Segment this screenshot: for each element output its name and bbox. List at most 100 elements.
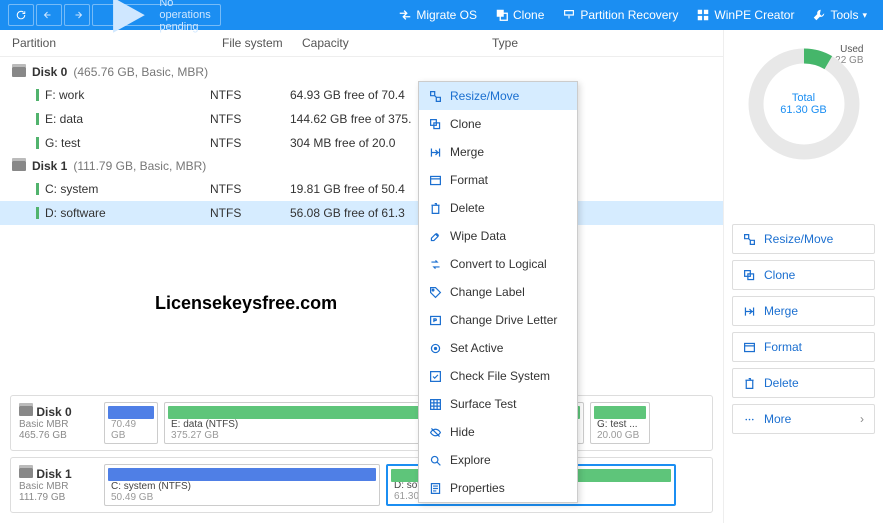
partition-recovery-button[interactable]: Partition Recovery: [554, 8, 686, 22]
side-more-button[interactable]: More›: [732, 404, 875, 434]
hide-icon: [429, 426, 442, 439]
diskmap-sub2: 111.79 GB: [19, 492, 94, 503]
side-delete-button[interactable]: Delete: [732, 368, 875, 398]
ctx-change-drive-letter[interactable]: Change Drive Letter: [419, 306, 577, 334]
tools-button[interactable]: Tools▾: [804, 8, 875, 22]
side-resize-move-button[interactable]: Resize/Move: [732, 224, 875, 254]
side-action-label: Clone: [764, 268, 795, 282]
windows-icon: [696, 8, 710, 22]
diskmap-bar: F: work (N...70.49 GBE: data (NTFS)375.2…: [104, 402, 704, 444]
disk-icon: [12, 161, 26, 171]
side-merge-button[interactable]: Merge: [732, 296, 875, 326]
resize-icon: [743, 233, 756, 246]
ctx-convert-to-logical[interactable]: Convert to Logical: [419, 250, 577, 278]
diskmap-segment[interactable]: G: test ...20.00 GB: [590, 402, 650, 444]
disk-icon: [19, 468, 33, 478]
ctx-surface-test[interactable]: Surface Test: [419, 390, 577, 418]
total-label: Total: [792, 92, 815, 104]
disk-row[interactable]: Disk 0 (465.76 GB, Basic, MBR): [0, 61, 723, 83]
format-icon: [743, 341, 756, 354]
partition-row[interactable]: D: softwareNTFS56.08 GB free of 61.3: [0, 201, 723, 225]
diskmap-sub1: Basic MBR: [19, 419, 94, 430]
ctx-resize-move[interactable]: Resize/Move: [419, 82, 577, 110]
partition-fs: NTFS: [210, 182, 290, 196]
undo-button[interactable]: [36, 4, 62, 26]
clone-icon: [429, 118, 442, 131]
ctx-clone[interactable]: Clone: [419, 110, 577, 138]
disk-name: Disk 1: [32, 159, 67, 173]
segment-fill: [108, 468, 376, 481]
partition-row[interactable]: E: dataNTFS144.62 GB free of 375.: [0, 107, 723, 131]
ctx-set-active[interactable]: Set Active: [419, 334, 577, 362]
ctx-item-label: Surface Test: [450, 397, 516, 411]
side-action-label: Merge: [764, 304, 798, 318]
more-icon: [743, 413, 756, 426]
side-action-label: More: [764, 412, 791, 426]
col-fs: File system: [222, 36, 302, 50]
diskmap-row[interactable]: Disk 0Basic MBR465.76 GB F: work (N...70.…: [10, 395, 713, 451]
ctx-explore[interactable]: Explore: [419, 446, 577, 474]
disk-icon: [19, 406, 33, 416]
col-type: Type: [492, 36, 711, 50]
ctx-hide[interactable]: Hide: [419, 418, 577, 446]
segment-fill: [594, 406, 646, 419]
partition-row[interactable]: F: workNTFS64.93 GB free of 70.4: [0, 83, 723, 107]
ctx-format[interactable]: Format: [419, 166, 577, 194]
partition-fs: NTFS: [210, 88, 290, 102]
ctx-item-label: Change Drive Letter: [450, 313, 557, 327]
side-action-label: Resize/Move: [764, 232, 833, 246]
diskmap-name: Disk 0: [36, 405, 71, 419]
refresh-button[interactable]: [8, 4, 34, 26]
segment-size: 50.49 GB: [111, 492, 373, 503]
letter-icon: [429, 314, 442, 327]
ctx-item-label: Wipe Data: [450, 229, 506, 243]
ctx-item-label: Hide: [450, 425, 475, 439]
ctx-properties[interactable]: Properties: [419, 474, 577, 502]
label-icon: [429, 286, 442, 299]
partition-color-bar: [36, 207, 39, 219]
check-icon: [429, 370, 442, 383]
merge-icon: [429, 146, 442, 159]
partition-color-bar: [36, 183, 39, 195]
top-toolbar: No operations pending Migrate OS Clone P…: [0, 0, 883, 30]
props-icon: [429, 482, 442, 495]
ctx-merge[interactable]: Merge: [419, 138, 577, 166]
partition-table-header: Partition File system Capacity Type: [0, 30, 723, 57]
segment-size: 70.49 GB: [111, 419, 151, 441]
partition-row[interactable]: C: systemNTFS19.81 GB free of 50.4Active…: [0, 177, 723, 201]
clone-icon: [495, 8, 509, 22]
segment-label: G: test ...: [597, 419, 643, 430]
winpe-creator-button[interactable]: WinPE Creator: [688, 8, 802, 22]
diskmap-segment[interactable]: C: system (NTFS)50.49 GB: [104, 464, 380, 506]
partition-color-bar: [36, 113, 39, 125]
ctx-item-label: Explore: [450, 453, 491, 467]
segment-label: C: system (NTFS): [111, 481, 373, 492]
disk-row[interactable]: Disk 1 (111.79 GB, Basic, MBR): [0, 155, 723, 177]
migrate-os-button[interactable]: Migrate OS: [390, 8, 485, 22]
diskmap-sub1: Basic MBR: [19, 481, 94, 492]
pending-ops-button[interactable]: No operations pending: [92, 4, 221, 26]
ctx-check-file-system[interactable]: Check File System: [419, 362, 577, 390]
ctx-wipe-data[interactable]: Wipe Data: [419, 222, 577, 250]
delete-icon: [743, 377, 756, 390]
side-clone-button[interactable]: Clone: [732, 260, 875, 290]
disk-detail: (111.79 GB, Basic, MBR): [73, 159, 206, 173]
partition-row[interactable]: G: testNTFS304 MB free of 20.0: [0, 131, 723, 155]
usage-donut: Used5.22 GB Total 61.30 GB: [744, 44, 864, 164]
diskmap-segment[interactable]: F: work (N...70.49 GB: [104, 402, 158, 444]
redo-button[interactable]: [64, 4, 90, 26]
side-actions: Resize/Move Clone Merge Format Delete More›: [732, 224, 875, 434]
diskmap-row[interactable]: Disk 1Basic MBR111.79 GB C: system (NTFS)…: [10, 457, 713, 513]
recovery-icon: [562, 8, 576, 22]
merge-icon: [743, 305, 756, 318]
diskmap-info: Disk 0Basic MBR465.76 GB: [19, 405, 94, 441]
ctx-change-label[interactable]: Change Label: [419, 278, 577, 306]
wrench-icon: [812, 8, 826, 22]
partition-fs: NTFS: [210, 136, 290, 150]
clone-icon: [743, 269, 756, 282]
side-format-button[interactable]: Format: [732, 332, 875, 362]
ctx-delete[interactable]: Delete: [419, 194, 577, 222]
clone-toolbar-button[interactable]: Clone: [487, 8, 552, 22]
diskmap-info: Disk 1Basic MBR111.79 GB: [19, 467, 94, 503]
pending-ops-label: No operations pending: [159, 0, 213, 33]
